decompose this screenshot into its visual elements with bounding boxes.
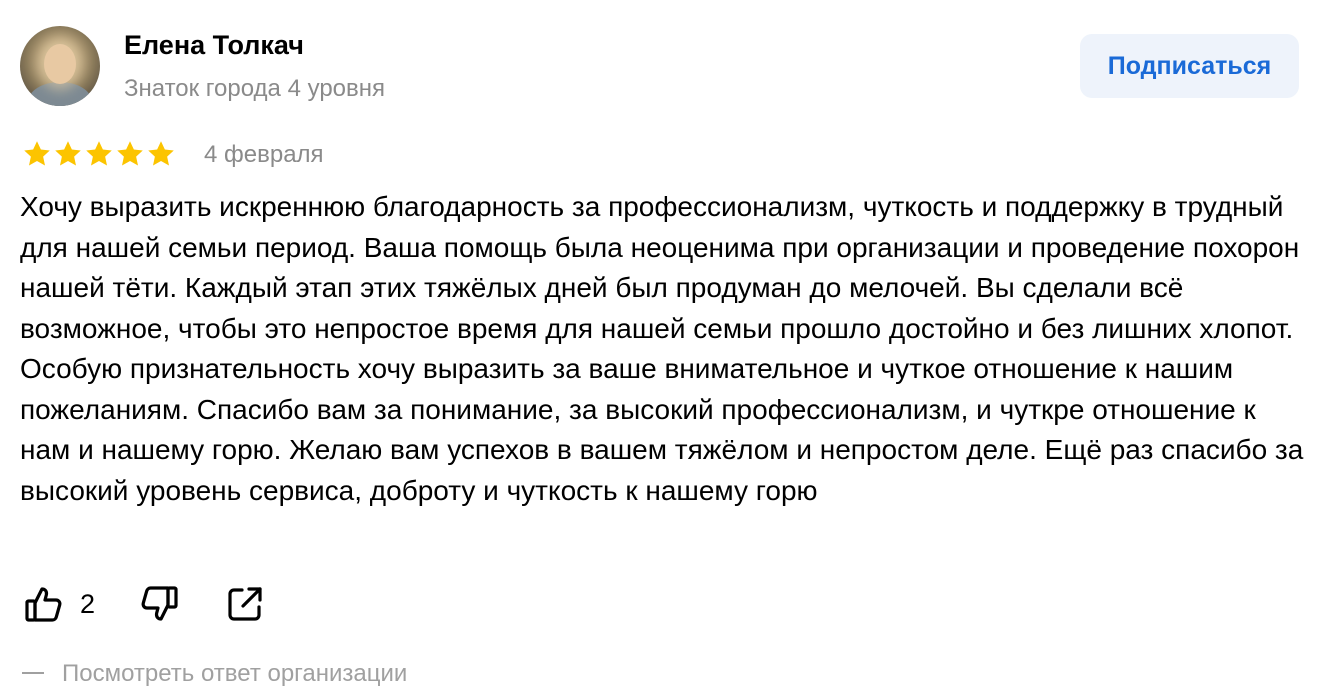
author-level: Знаток города 4 уровня [124,75,386,102]
review-text: Хочу выразить искреннюю благодарность за… [20,191,1304,506]
thumbs-down-icon [141,586,178,621]
review-card: Елена Толкач Знаток города 4 уровня Подп… [0,0,1328,692]
review-date: 4 февраля [204,141,324,168]
dislike-button[interactable] [139,584,179,624]
star-icon [24,141,50,166]
share-button[interactable] [225,584,265,624]
rating-stars [22,139,176,169]
star-icon [148,141,174,166]
like-count: 2 [80,588,96,619]
star-icon [117,141,143,166]
org-answer-link[interactable]: Посмотреть ответ организации [22,660,407,688]
thumbs-up-icon [25,587,62,622]
author-name[interactable]: Елена Толкач [124,30,304,61]
review-actions: 2 [24,582,265,626]
share-icon [228,587,262,621]
subscribe-button[interactable]: Подписаться [1080,34,1299,98]
avatar[interactable] [20,26,100,106]
dash-icon [22,671,44,674]
like-button[interactable]: 2 [24,584,95,624]
star-icon [55,141,81,166]
star-icon [86,141,112,166]
org-answer-label: Посмотреть ответ организации [62,660,408,687]
